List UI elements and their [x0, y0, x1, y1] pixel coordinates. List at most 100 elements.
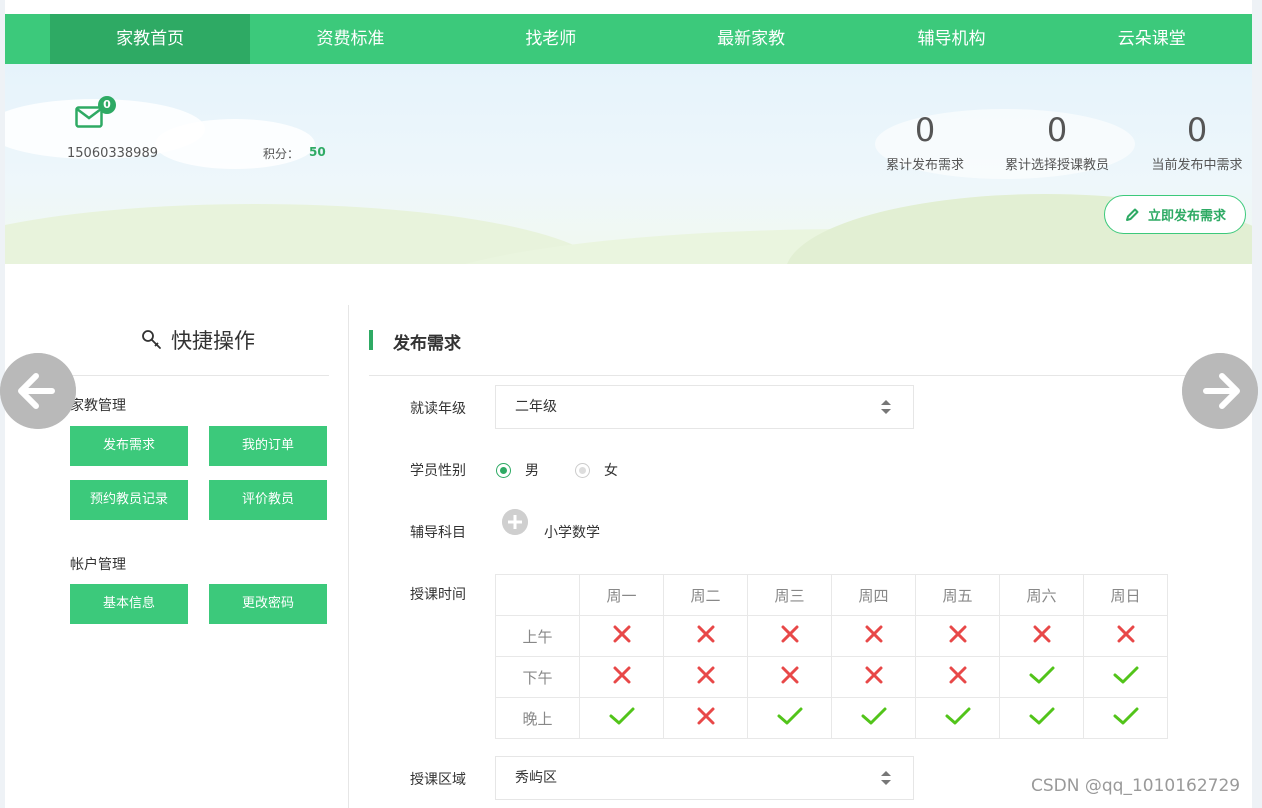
nav-item-home[interactable]: 家教首页: [50, 14, 251, 64]
time-label: 授课时间: [410, 587, 466, 603]
gender-radio-male[interactable]: 男: [496, 460, 539, 480]
cross-icon: [779, 666, 801, 690]
check-icon: [1112, 707, 1140, 731]
nav-item-cloud-class[interactable]: 云朵课堂: [1052, 14, 1252, 64]
period-label: 下午: [495, 656, 580, 698]
schedule-cell-unavailable[interactable]: [915, 656, 1000, 698]
check-icon: [776, 707, 804, 731]
schedule-cell-unavailable[interactable]: [579, 656, 664, 698]
cross-icon: [695, 625, 717, 649]
day-header: 周一: [579, 574, 664, 616]
grade-label: 就读年级: [410, 401, 466, 417]
nav-item-find-teacher[interactable]: 找老师: [451, 14, 651, 64]
schedule-table: 周一 周二 周三 周四 周五 周六 周日 上午 下午 晚上: [495, 574, 1168, 739]
subject-label: 辅导科目: [410, 525, 466, 541]
basic-info-button[interactable]: 基本信息: [70, 584, 188, 624]
schedule-header-row: 周一 周二 周三 周四 周五 周六 周日: [495, 574, 1168, 616]
schedule-cell-available[interactable]: [1083, 697, 1168, 739]
gender-radio-female[interactable]: 女: [575, 460, 618, 480]
radio-unselected-icon: [575, 462, 590, 478]
gender-label: 学员性别: [410, 463, 466, 479]
day-header: 周日: [1083, 574, 1168, 616]
schedule-cell-available[interactable]: [999, 697, 1084, 739]
section-title: 发布需求: [393, 334, 461, 354]
cross-icon: [863, 666, 885, 690]
schedule-cell-available[interactable]: [747, 697, 832, 739]
nav-item-latest[interactable]: 最新家教: [651, 14, 851, 64]
schedule-cell-available[interactable]: [915, 697, 1000, 739]
publish-now-button[interactable]: 立即发布需求: [1104, 195, 1246, 234]
stat-label: 当前发布中需求: [1151, 158, 1243, 173]
quick-actions-title: 快捷操作: [141, 325, 255, 355]
cross-icon: [611, 625, 633, 649]
check-icon: [1028, 707, 1056, 731]
cross-icon: [863, 625, 885, 649]
stat-value: 0: [914, 111, 936, 149]
schedule-cell-available[interactable]: [579, 697, 664, 739]
grade-select-value: 二年级: [515, 399, 557, 415]
schedule-cell-unavailable[interactable]: [663, 656, 748, 698]
sort-arrows-icon: [881, 771, 891, 785]
user-banner: 0 15060338989 积分： 50 0 累计发布需求 0 累计选择授课教员…: [5, 64, 1252, 264]
nav-item-pricing[interactable]: 资费标准: [250, 14, 450, 64]
stat-value: 0: [1046, 111, 1068, 149]
schedule-cell-unavailable[interactable]: [663, 697, 748, 739]
schedule-cell-unavailable[interactable]: [999, 615, 1084, 657]
page: 家教首页 资费标准 找老师 最新家教 辅导机构 云朵课堂 0 150603389…: [5, 0, 1252, 808]
publish-now-label: 立即发布需求: [1147, 209, 1226, 224]
stat-label: 累计发布需求: [885, 158, 964, 173]
day-header: 周五: [915, 574, 1000, 616]
my-orders-button[interactable]: 我的订单: [209, 426, 327, 466]
grade-select[interactable]: 二年级: [495, 385, 914, 429]
check-icon: [608, 707, 636, 731]
booking-records-button[interactable]: 预约教员记录: [70, 480, 188, 520]
group-title-tutoring: 家教管理: [70, 398, 126, 414]
add-subject-icon[interactable]: [502, 509, 528, 535]
nav-item-institutions[interactable]: 辅导机构: [851, 14, 1051, 64]
schedule-corner: [495, 574, 580, 616]
area-select[interactable]: 秀屿区: [495, 756, 914, 800]
sort-arrows-icon: [881, 400, 891, 414]
schedule-cell-unavailable[interactable]: [747, 615, 832, 657]
pencil-icon: [1125, 208, 1139, 221]
schedule-cell-unavailable[interactable]: [1083, 615, 1168, 657]
day-header: 周四: [831, 574, 916, 616]
gender-option-label: 男: [525, 463, 539, 479]
schedule-cell-unavailable[interactable]: [663, 615, 748, 657]
quick-actions-title-text: 快捷操作: [171, 329, 255, 353]
wrench-icon: [142, 330, 161, 349]
group-title-account: 帐户管理: [70, 557, 126, 573]
subject-value: 小学数学: [544, 525, 600, 541]
schedule-cell-available[interactable]: [831, 697, 916, 739]
user-phone: 15060338989: [67, 146, 158, 161]
change-password-button[interactable]: 更改密码: [209, 584, 327, 624]
schedule-cell-unavailable[interactable]: [579, 615, 664, 657]
divider: [65, 375, 329, 376]
period-label: 上午: [495, 615, 580, 657]
stat-value: 0: [1186, 111, 1208, 149]
stat-total-published: 0 累计发布需求: [883, 110, 967, 173]
stat-total-teachers: 0 累计选择授课教员: [1002, 110, 1112, 173]
schedule-cell-available[interactable]: [1083, 656, 1168, 698]
schedule-cell-unavailable[interactable]: [831, 656, 916, 698]
schedule-row: 晚上: [495, 697, 1168, 739]
day-header: 周六: [999, 574, 1084, 616]
points-label: 积分：: [263, 147, 300, 161]
schedule-cell-unavailable[interactable]: [915, 615, 1000, 657]
schedule-row: 下午: [495, 656, 1168, 698]
arrow-left-icon[interactable]: [0, 353, 76, 429]
cross-icon: [947, 625, 969, 649]
cross-icon: [611, 666, 633, 690]
gender-option-label: 女: [604, 463, 618, 479]
schedule-cell-available[interactable]: [999, 656, 1084, 698]
schedule-row: 上午: [495, 615, 1168, 657]
day-header: 周二: [663, 574, 748, 616]
arrow-right-icon[interactable]: [1182, 353, 1258, 429]
schedule-cell-unavailable[interactable]: [831, 615, 916, 657]
cross-icon: [779, 625, 801, 649]
check-icon: [860, 707, 888, 731]
rate-teacher-button[interactable]: 评价教员: [209, 480, 327, 520]
publish-request-button[interactable]: 发布需求: [70, 426, 188, 466]
check-icon: [1028, 666, 1056, 690]
schedule-cell-unavailable[interactable]: [747, 656, 832, 698]
